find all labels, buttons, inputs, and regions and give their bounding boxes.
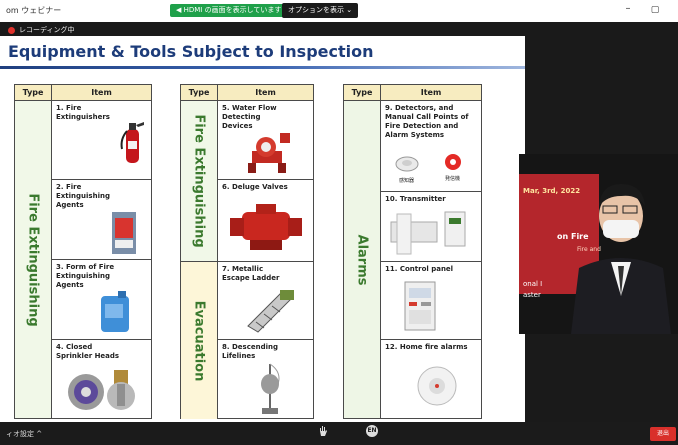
type-group: Evacuation [181, 261, 218, 419]
type-header: Type [15, 85, 52, 101]
item-cell: 6. Deluge Valves [218, 179, 313, 262]
deluge-valve-image [230, 204, 302, 250]
item-label: 11. Control panel [385, 265, 454, 273]
meeting-controls-bar: ィオ設定 ^ EN 退出 [0, 422, 678, 445]
recording-indicator: レコーディング中 [8, 25, 75, 35]
control-panel-image [404, 281, 436, 331]
backdrop-text: aster [523, 291, 541, 299]
screen-share-banner: ◀ HDMI の画面を表示しています [170, 4, 288, 17]
item-cell: 5. Water Flow Detecting Devices [218, 101, 313, 179]
call-point-caption: 発信機 [445, 176, 461, 182]
foam-agent-container-image [101, 291, 129, 332]
item-cell: 8. Descending Lifelines [218, 339, 313, 419]
item-label: 9. Detectors, and Manual Call Points of … [385, 104, 469, 139]
meeting-area: レコーディング中 Equipment & Tools Subject to In… [0, 22, 678, 422]
record-dot-icon [8, 26, 15, 34]
window-titlebar: om ウェビナー ◀ HDMI の画面を表示しています オプションを表示 ⌄ –… [0, 0, 678, 22]
item-label: 4. Closed Sprinkler Heads [56, 343, 120, 360]
fire-extinguisher-image [120, 122, 144, 163]
title-underline [0, 66, 525, 69]
inspection-table-3: Type Item Alarms 9. Detectors, and Manua… [343, 84, 482, 419]
transmitter-image [390, 211, 466, 255]
item-label: 7. Metallic Escape Ladder [222, 265, 280, 282]
type-label: Alarms [354, 234, 370, 285]
item-cell: 9. Detectors, and Manual Call Points of … [381, 101, 481, 191]
item-cell: 10. Transmitter [381, 191, 481, 262]
item-header: Item [52, 85, 151, 101]
shared-slide: Equipment & Tools Subject to Inspection … [0, 36, 525, 422]
slide-title: Equipment & Tools Subject to Inspection [8, 42, 374, 61]
item-cell: 12. Home fire alarms [381, 339, 481, 419]
backdrop-text: onal I [523, 280, 543, 288]
item-label: 12. Home fire alarms [385, 343, 468, 351]
type-group: Fire Extinguishing [15, 101, 52, 418]
restore-button[interactable]: ▢ [648, 4, 662, 16]
language-interpretation-button[interactable]: EN [366, 425, 378, 437]
recording-label: レコーディング中 [19, 26, 75, 34]
smoke-detector-image [395, 156, 419, 172]
item-cell: 7. Metallic Escape Ladder [218, 261, 313, 340]
item-label: 5. Water Flow Detecting Devices [222, 104, 277, 130]
home-fire-alarm-image [417, 366, 457, 406]
type-header: Type [344, 85, 381, 101]
type-group: Alarms [344, 101, 381, 418]
sprinkler-head-image [68, 370, 135, 410]
minimize-button[interactable]: – [621, 4, 635, 16]
water-flow-device-image [248, 133, 290, 173]
inspection-table-1: Type Item Fire Extinguishing 1. Fire Ext… [14, 84, 152, 419]
leave-meeting-button[interactable]: 退出 [650, 427, 676, 441]
item-header: Item [218, 85, 313, 101]
item-cell: 2. Fire Extinguishing Agents [52, 179, 151, 260]
item-cell: 3. Form of Fire Extinguishing Agents [52, 259, 151, 340]
item-label: 10. Transmitter [385, 195, 446, 203]
raise-hand-icon[interactable] [318, 425, 328, 437]
type-label: Evacuation [191, 300, 207, 381]
item-label: 1. Fire Extinguishers [56, 104, 110, 121]
type-label: Fire Extinguishing [25, 192, 41, 327]
item-label: 6. Deluge Valves [222, 183, 288, 191]
speaker-image [571, 184, 671, 334]
descending-lifeline-image [261, 363, 280, 414]
type-header: Type [181, 85, 218, 101]
detector-caption: 感知器 [399, 178, 415, 184]
inspection-table-2: Type Item Fire Extinguishing Evacuation … [180, 84, 314, 419]
item-label: 3. Form of Fire Extinguishing Agents [56, 263, 115, 289]
extinguishing-agent-box-image [112, 212, 136, 254]
window-title: om ウェビナー [6, 6, 62, 15]
audio-settings-button[interactable]: ィオ設定 ^ [6, 429, 42, 439]
manual-call-point-image [445, 154, 461, 170]
item-label: 2. Fire Extinguishing Agents [56, 183, 110, 209]
type-label: Fire Extinguishing [191, 114, 207, 248]
escape-ladder-image [247, 290, 294, 333]
view-options-button[interactable]: オプションを表示 ⌄ [282, 3, 359, 18]
item-header: Item [381, 85, 481, 101]
item-cell: 4. Closed Sprinkler Heads [52, 339, 151, 419]
item-label: 8. Descending Lifelines [222, 343, 278, 360]
item-cell: 1. Fire Extinguishers [52, 101, 151, 179]
item-cell: 11. Control panel [381, 261, 481, 340]
type-group: Fire Extinguishing [181, 101, 218, 261]
speaker-video-tile[interactable]: Mar, 3rd, 2022 on Fire Fire and onal I a… [519, 154, 678, 334]
